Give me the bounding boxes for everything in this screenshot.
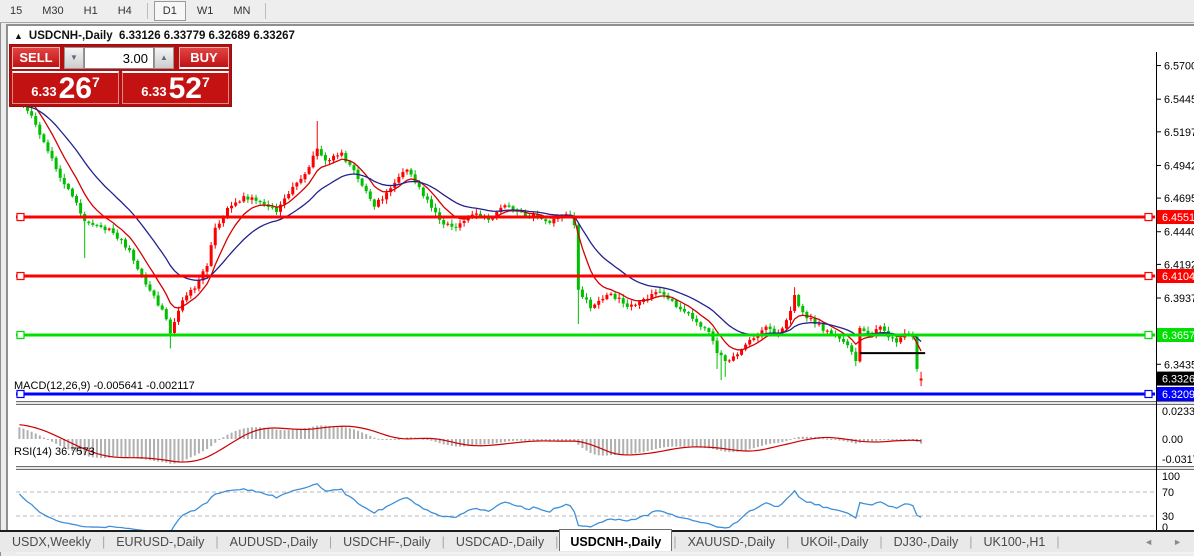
price-badge-label: 6.45515 [1162, 212, 1194, 224]
symbol-tab[interactable]: EURUSD-,Daily [106, 533, 214, 551]
bid-price[interactable]: 6.33 26 7 [12, 71, 119, 104]
line-handle[interactable] [1144, 212, 1153, 222]
price-badge-label: 6.32098 [1162, 389, 1194, 401]
tab-separator: | [1056, 535, 1060, 549]
timeframe-button-h1[interactable]: H1 [75, 1, 107, 21]
tab-scroll-arrows: ◄ ► [1144, 537, 1182, 547]
toolbar-separator [146, 3, 148, 19]
line-handle[interactable] [16, 212, 25, 222]
rsi-pane[interactable] [16, 470, 1194, 532]
macd-scale-label: 0.023365 [1162, 406, 1194, 418]
macd-pane[interactable] [16, 405, 1194, 466]
volume-input[interactable] [84, 47, 154, 69]
rsi-scale-label: 70 [1162, 487, 1174, 499]
bid-price-sup: 7 [91, 74, 100, 90]
ask-price-small: 6.33 [141, 84, 167, 99]
symbol-tab[interactable]: UK100-,H1 [974, 533, 1056, 551]
toolbar-separator [265, 3, 267, 19]
arrow-up-icon: ▲ [160, 53, 168, 62]
ohlc-quote: 6.33126 6.33779 6.32689 6.33267 [119, 30, 295, 42]
line-handle[interactable] [1144, 389, 1153, 399]
symbol-tab[interactable]: UKOil-,Daily [790, 533, 878, 551]
volume-increase-button[interactable]: ▲ [154, 47, 174, 69]
ask-price-sup: 7 [201, 74, 210, 90]
scroll-left-icon[interactable]: ◄ [1144, 537, 1153, 547]
price-tick-label: 6.51975 [1164, 127, 1194, 139]
arrow-down-icon: ▼ [70, 53, 78, 62]
timeframe-button-w1[interactable]: W1 [188, 1, 223, 21]
timeframe-button-m30[interactable]: M30 [33, 1, 72, 21]
rsi-scale-label: 100 [1162, 471, 1180, 483]
price-tick-label: 6.46950 [1164, 193, 1194, 205]
price-tick-label: 6.44400 [1164, 227, 1194, 239]
line-handle[interactable] [1144, 330, 1153, 340]
timeframe-button-mn[interactable]: MN [224, 1, 259, 21]
macd-indicator-label: MACD(12,26,9) -0.005641 -0.002117 [14, 380, 195, 392]
price-chart-canvas[interactable]: 6.57000 6.54450 6.51975 6.49425 6.46950 6.444… [16, 52, 1194, 554]
price-tick-label: 6.49425 [1164, 160, 1194, 172]
scroll-right-icon[interactable]: ► [1173, 537, 1182, 547]
symbol-tabs: USDX,Weekly | EURUSD-,Daily | AUDUSD-,Daily |… [0, 528, 1061, 552]
price-badge-label: 6.41043 [1162, 271, 1194, 283]
timeframe-button-d1[interactable]: D1 [153, 1, 186, 21]
chart-title: ▲ USDCNH-,Daily 6.33126 6.33779 6.32689 6… [14, 30, 295, 42]
bid-price-big: 26 [58, 72, 92, 105]
macd-scale-label: 0.00 [1162, 434, 1183, 446]
symbol-tab[interactable]: USDX,Weekly [2, 533, 101, 551]
timeframe-button-15[interactable]: 15 [1, 1, 31, 21]
price-badge-label: 6.33267 [1162, 374, 1194, 386]
volume-decrease-button[interactable]: ▼ [64, 47, 84, 69]
symbol-tab[interactable]: USDCNH-,Daily [559, 528, 673, 551]
symbol-tab-bar: USDX,Weekly | EURUSD-,Daily | AUDUSD-,Daily |… [0, 528, 1194, 552]
bid-price-small: 6.33 [31, 84, 57, 99]
line-handle[interactable] [16, 271, 25, 281]
price-tick-label: 6.34350 [1164, 359, 1194, 371]
trading-platform-window: { "toolbar": { "timeframe_buttons": ["15… [0, 0, 1194, 556]
ask-price[interactable]: 6.33 52 7 [122, 71, 229, 104]
symbol-tab[interactable]: USDCAD-,Daily [446, 533, 554, 551]
symbol-tab[interactable]: DJ30-,Daily [884, 533, 969, 551]
rsi-indicator-label: RSI(14) 36.7573 [14, 446, 95, 458]
ask-price-big: 52 [168, 72, 202, 105]
window-expand-icon[interactable]: ▲ [14, 31, 23, 41]
symbol-tab[interactable]: USDCHF-,Daily [333, 533, 441, 551]
timeframe-button-h4[interactable]: H4 [109, 1, 141, 21]
buy-button[interactable]: BUY [179, 47, 229, 69]
one-click-trading-panel: SELL ▼ ▲ BUY 6.33 26 7 6.33 52 7 [10, 45, 231, 106]
price-tick-label: 6.57000 [1164, 61, 1194, 73]
macd-scale-label: -0.03174 [1162, 454, 1194, 466]
symbol-period-label: USDCNH-,Daily [28, 30, 113, 42]
price-badge-label: 6.36570 [1162, 330, 1194, 342]
symbol-tab[interactable]: AUDUSD-,Daily [220, 533, 328, 551]
window-left-border [0, 0, 1, 556]
price-tick-label: 6.54450 [1164, 94, 1194, 106]
line-handle[interactable] [1144, 271, 1153, 281]
symbol-tab[interactable]: XAUUSD-,Daily [678, 533, 786, 551]
line-handle[interactable] [16, 330, 25, 340]
timeframe-toolbar: 15 M30 H1 H4 D1 W1 MN [0, 0, 1194, 23]
price-tick-label: 6.39375 [1164, 293, 1194, 305]
sell-button[interactable]: SELL [12, 47, 60, 69]
